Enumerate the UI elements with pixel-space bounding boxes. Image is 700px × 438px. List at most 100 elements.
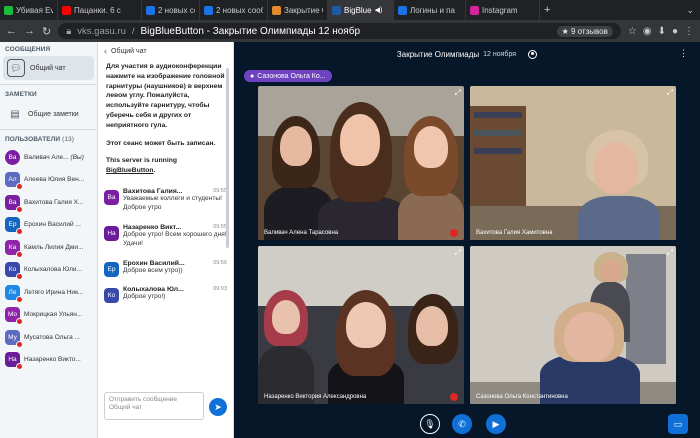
avatar: Ко [5, 262, 23, 281]
main-area: Закрытие Олимпиады 12 ноября ⋮ ● Сазонов… [234, 42, 700, 438]
expand-icon[interactable]: ⤢ [455, 248, 461, 258]
messages-title: СООБЩЕНИЯ [5, 46, 51, 53]
leave-audio-button[interactable]: ✆ [452, 414, 472, 434]
tab-favicon-icon [398, 5, 407, 15]
tab-favicon-icon [272, 5, 281, 15]
bigbluebutton-icon [332, 5, 341, 15]
profile-icon[interactable]: ● [672, 26, 678, 37]
lock-icon: 🔒︎ [66, 25, 72, 37]
user-item[interactable]: Ер Ерохин Василий ... [0, 214, 97, 237]
expand-icon[interactable]: ⤢ [667, 248, 673, 258]
welcome-message: Для участия в аудиоконференции нажмите н… [106, 63, 225, 175]
tab-1[interactable]: Пацанки. 6 с [58, 0, 142, 20]
expand-icon[interactable]: ⤢ [455, 88, 461, 98]
muted-mic-icon [16, 363, 23, 371]
avatar: Ле [5, 284, 23, 303]
extension-icon[interactable]: ◉ [643, 26, 652, 37]
sidebar: СООБЩЕНИЯ 💬︎ Общий чат ЗАМЕТКИ ▤ Общие з… [0, 42, 98, 438]
talking-indicator[interactable]: ● Сазонова Ольга Ко... [244, 70, 332, 82]
muted-mic-icon [16, 228, 23, 236]
tab-6[interactable]: Логины и па [394, 0, 466, 20]
user-item[interactable]: На Назаренко Викто... [0, 349, 97, 372]
back-icon[interactable]: ← [6, 25, 17, 37]
chat-header[interactable]: ‹ Общий чат [98, 42, 233, 60]
sidebar-item-public-chat[interactable]: 💬︎ Общий чат [3, 56, 94, 80]
tab-7[interactable]: Instagram [466, 0, 540, 20]
chat-message: На Назаренко Викт... 09:55 Доброе утро! Вс… [98, 224, 233, 260]
user-item[interactable]: Му Мусатова Ольга ... [0, 326, 97, 349]
chat-panel: ‹ Общий чат Для участия в аудиоконференц… [98, 42, 234, 438]
reload-icon[interactable]: ↻ [42, 25, 51, 38]
bigbluebutton-link[interactable]: BigBlueButton [106, 167, 154, 174]
video-tile-1[interactable]: ⤢ Валивач Алена Тарасовна [258, 86, 464, 240]
mic-icon: ● [250, 72, 255, 80]
menu-icon[interactable]: ⋮ [684, 26, 694, 37]
muted-mic-icon [16, 273, 23, 281]
muted-mic-icon [450, 229, 458, 237]
forward-icon[interactable]: → [24, 25, 35, 37]
mic-off-icon: 🎙︎ [424, 418, 436, 429]
options-menu-icon[interactable]: ⋮ [679, 48, 688, 59]
user-item[interactable]: Мо Мокрицкая Ульян... [0, 304, 97, 327]
chat-scrollbar[interactable] [226, 68, 229, 248]
reviews-badge[interactable]: ★ 9 отзывов [556, 25, 613, 37]
tab-5-active[interactable]: BigBlue ◀) [328, 0, 394, 20]
video-tile-4[interactable]: ⤢ Сазонова Ольга Константиновна [470, 246, 676, 404]
user-item[interactable]: Ва Валивач Але... (Вы) [0, 146, 97, 169]
share-screen-button[interactable]: ▭ [668, 414, 688, 434]
desktop-icon: ▭ [673, 418, 683, 429]
chat-message: Ер Ерохин Василий... 09:56 Доброе всем утр… [98, 260, 233, 286]
video-tile-3[interactable]: ⤢ Назаренко Виктория Александровна [258, 246, 464, 404]
extensions-area: ☆ ◉ ⬇ ● ⋮ [628, 26, 694, 37]
send-button[interactable]: ➤ [209, 398, 227, 416]
muted-mic-icon [16, 183, 23, 191]
user-item[interactable]: Ал Алеева Юлия Вен... [0, 169, 97, 192]
bookmark-icon[interactable]: ☆ [628, 26, 637, 37]
avatar: Мо [5, 307, 23, 326]
action-bar: 🎙︎ ✆ ▶ ▭ [234, 410, 700, 438]
audio-icon: ◀) [374, 7, 383, 14]
chat-input[interactable]: Отправить сообщение Общий чат [104, 392, 204, 420]
share-webcam-button[interactable]: ▶ [486, 414, 506, 434]
tab-2[interactable]: 2 новых сооб [142, 0, 200, 20]
instagram-icon [470, 5, 479, 15]
divider [0, 84, 97, 85]
meeting-title: Закрытие Олимпиады [396, 49, 480, 59]
muted-mic-icon [16, 295, 23, 303]
user-item[interactable]: Ва Вахитова Галия Х... [0, 191, 97, 214]
download-icon[interactable]: ⬇ [658, 26, 666, 37]
muted-mic-icon [450, 393, 458, 401]
chat-favicon-icon [204, 5, 213, 15]
meeting-header: Закрытие Олимпиады 12 ноября ⋮ [234, 42, 700, 66]
record-icon[interactable] [528, 49, 538, 59]
tab-search-icon[interactable]: ⌄ [686, 5, 694, 16]
muted-mic-icon [16, 205, 23, 213]
video-tile-2[interactable]: ⤢ Вахитова Галия Хамитовна [470, 86, 676, 240]
chevron-left-icon[interactable]: ‹ [104, 46, 107, 56]
tab-4[interactable]: Закрытие О [268, 0, 328, 20]
browser-window: Убивая Ev Пацанки. 6 с 2 новых сооб 2 но… [0, 0, 700, 438]
user-item[interactable]: Ле Летяго Ирина Ник... [0, 281, 97, 304]
chat-favicon-icon [146, 5, 155, 15]
mute-mic-button[interactable]: 🎙︎ [420, 414, 440, 434]
new-tab-icon[interactable]: + [540, 4, 554, 16]
avatar: Ал [5, 172, 23, 191]
tab-bar: Убивая Ev Пацанки. 6 с 2 новых сооб 2 но… [0, 0, 700, 20]
notes-icon: ▤ [10, 108, 20, 120]
address-bar[interactable]: 🔒︎ vks.gasu.ru / BigBlueButton - Закрыти… [58, 23, 621, 39]
avatar: Ер [5, 217, 23, 236]
user-item[interactable]: Ка Камль Лилия Дми... [0, 236, 97, 259]
address-bar-row: ← → ↻ 🔒︎ vks.gasu.ru / BigBlueButton - З… [0, 20, 700, 42]
avatar: Ва [5, 149, 20, 165]
tab-0[interactable]: Убивая Ev [0, 0, 58, 20]
chat-message: Ва Вахитова Галия... 09:55 Уважаемые колле… [98, 188, 233, 224]
sidebar-item-shared-notes[interactable]: ▤ Общие заметки [3, 103, 94, 125]
expand-icon[interactable]: ⤢ [667, 88, 673, 98]
tab-3[interactable]: 2 новых сооб [200, 0, 268, 20]
user-item[interactable]: Ко Колыхалова Юли... [0, 259, 97, 282]
meeting-date: 12 ноября [483, 50, 517, 58]
muted-mic-icon [16, 318, 23, 326]
window-controls: ⌄ [686, 5, 700, 16]
send-icon: ➤ [214, 401, 222, 412]
avatar: Ва [5, 194, 23, 213]
